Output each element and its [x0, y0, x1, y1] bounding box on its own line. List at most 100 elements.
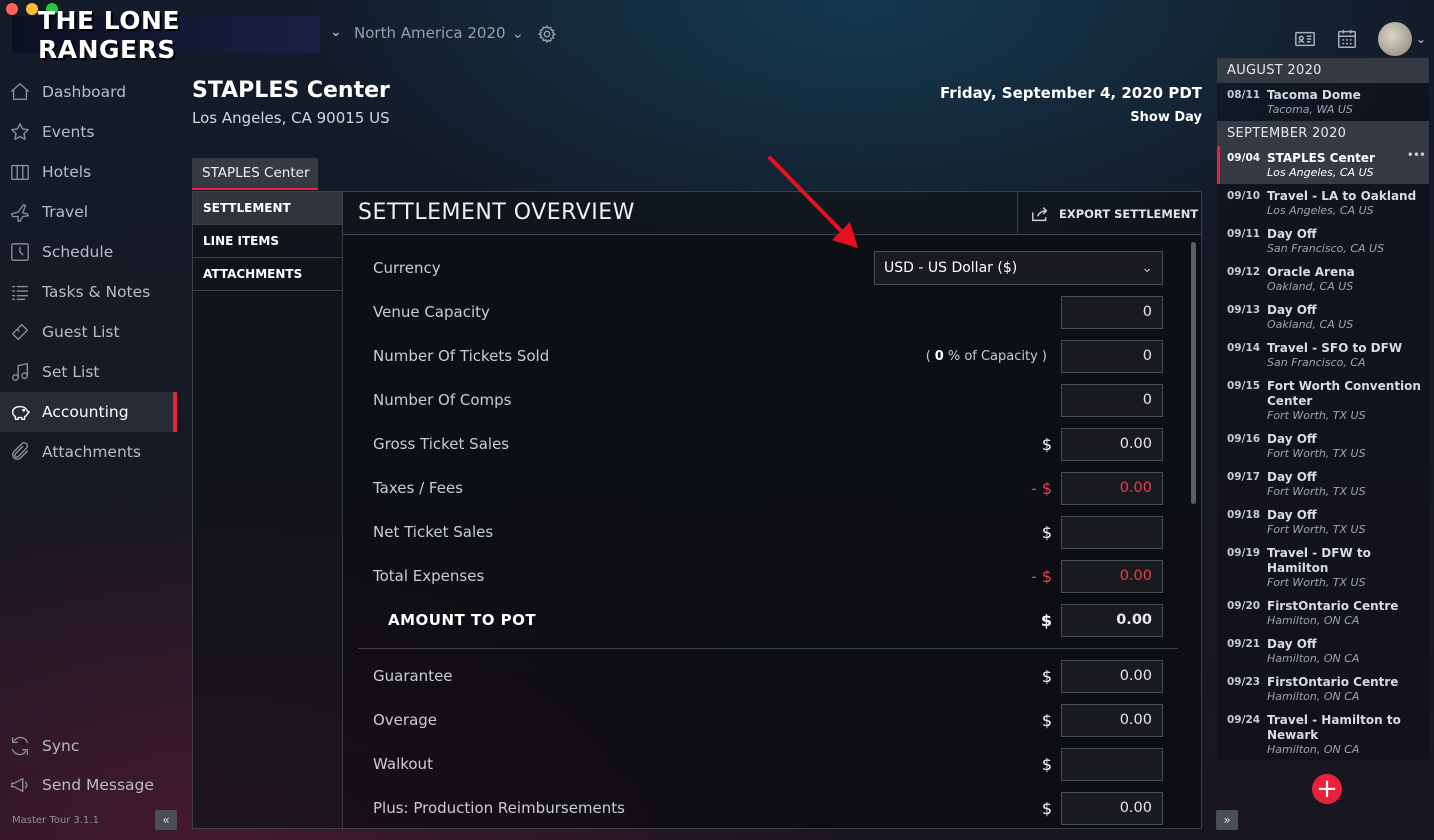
schedule-item[interactable]: 08/11 Tacoma Dome Tacoma, WA US: [1217, 83, 1429, 121]
overage-row: Overage $ 0.00: [373, 703, 1163, 737]
venue-location: Los Angeles, CA 90015 US: [192, 109, 390, 127]
sidebar-item-set-list[interactable]: Set List: [0, 352, 177, 392]
sidebar-item-hotels[interactable]: Hotels: [0, 152, 177, 192]
page-title: STAPLES Center: [192, 78, 390, 103]
schedule-item[interactable]: 09/13 Day Off Oakland, CA US: [1217, 298, 1429, 336]
tour-logo[interactable]: THE LONE RANGERS: [12, 6, 320, 64]
month-header: AUGUST 2020: [1217, 58, 1429, 83]
chevron-down-icon[interactable]: ⌄: [330, 24, 342, 40]
overage-input[interactable]: 0.00: [1061, 703, 1163, 737]
taxes-fees-row: Taxes / Fees - $ 0.00: [373, 471, 1163, 505]
schedule-item[interactable]: 09/12 Oracle Arena Oakland, CA US: [1217, 260, 1429, 298]
comps-input[interactable]: 0: [1061, 383, 1163, 417]
schedule-item[interactable]: 09/16 Day Off Fort Worth, TX US: [1217, 427, 1429, 465]
event-location: San Francisco, CA: [1267, 356, 1366, 369]
sidebar-item-label: Send Message: [42, 775, 154, 794]
currency-select[interactable]: USD - US Dollar ($) ⌄: [874, 251, 1163, 285]
event-date: Friday, September 4, 2020 PDT: [940, 84, 1202, 102]
event-date: 09/19: [1227, 547, 1261, 559]
add-event-button[interactable]: +: [1312, 774, 1342, 804]
event-name: Travel - SFO to DFW: [1267, 341, 1403, 355]
comps-row: Number Of Comps 0: [373, 383, 1163, 417]
guarantee-row: Guarantee $ 0.00: [373, 659, 1163, 693]
sidebar-item-attachments[interactable]: Attachments: [0, 432, 177, 472]
walkout-row: Walkout $: [373, 747, 1163, 781]
schedule-item[interactable]: 09/10 Travel - LA to Oakland Los Angeles, …: [1217, 184, 1429, 222]
collapse-sidebar-button[interactable]: «: [155, 810, 177, 830]
event-date: 09/12: [1227, 266, 1261, 278]
sidebar-bottom: Sync Send Message: [0, 726, 177, 804]
schedule-item[interactable]: 09/23 FirstOntario Centre Hamilton, ON CA: [1217, 670, 1429, 708]
venue-capacity-input[interactable]: 0: [1061, 295, 1163, 329]
sidebar-item-travel[interactable]: Travel: [0, 192, 177, 232]
production-reimbursements-input[interactable]: 0.00: [1061, 791, 1163, 825]
event-date: 09/11: [1227, 228, 1261, 240]
amount-to-pot-value: 0.00: [1061, 603, 1163, 637]
gross-ticket-sales-input[interactable]: 0.00: [1061, 427, 1163, 461]
net-ticket-sales-input[interactable]: [1061, 515, 1163, 549]
gear-icon[interactable]: [537, 24, 557, 44]
sidebar-item-send-message[interactable]: Send Message: [0, 765, 177, 804]
subnav-settlement[interactable]: SETTLEMENT: [193, 192, 342, 225]
day-type: Show Day: [1130, 110, 1202, 125]
contact-card-icon[interactable]: [1294, 28, 1316, 50]
event-name: Day Off: [1267, 432, 1317, 446]
event-location: Hamilton, ON CA: [1267, 690, 1360, 703]
event-date: 08/11: [1227, 89, 1261, 101]
avatar[interactable]: [1377, 22, 1412, 56]
sidebar-item-sync[interactable]: Sync: [0, 726, 177, 765]
tour-selector[interactable]: North America 2020 ⌄: [354, 24, 524, 42]
settlement-content: Currency USD - US Dollar ($) ⌄ Venue Cap…: [343, 236, 1201, 828]
capacity-percent: (0% of Capacity ): [925, 348, 1047, 364]
event-name: Tacoma Dome: [1267, 88, 1361, 102]
guarantee-input[interactable]: 0.00: [1061, 659, 1163, 693]
event-name: Day Off: [1267, 508, 1317, 522]
schedule-item[interactable]: 09/17 Day Off Fort Worth, TX US: [1217, 465, 1429, 503]
tab-venue[interactable]: STAPLES Center: [192, 158, 318, 190]
walkout-input[interactable]: [1061, 747, 1163, 781]
home-icon: [9, 81, 31, 103]
expand-schedule-button[interactable]: »: [1216, 810, 1238, 830]
event-date: 09/24: [1227, 714, 1261, 726]
event-name: Travel - DFW to Hamilton: [1267, 546, 1371, 575]
schedule-item[interactable]: 09/04 STAPLES Center Los Angeles, CA US •••: [1217, 146, 1429, 184]
sync-icon: [9, 735, 31, 757]
more-options-icon[interactable]: •••: [1407, 148, 1426, 162]
schedule-item[interactable]: 09/21 Day Off Hamilton, ON CA: [1217, 632, 1429, 670]
subnav-attachments[interactable]: ATTACHMENTS: [193, 258, 342, 291]
sidebar-item-guest-list[interactable]: Guest List: [0, 312, 177, 352]
sidebar-item-events[interactable]: Events: [0, 112, 177, 152]
event-location: Oakland, CA US: [1267, 280, 1354, 293]
chevron-down-icon: ⌄: [1141, 260, 1153, 276]
event-name: Day Off: [1267, 470, 1317, 484]
event-location: Fort Worth, TX US: [1267, 523, 1366, 536]
event-name: Day Off: [1267, 227, 1317, 241]
sidebar-item-tasks-notes[interactable]: Tasks & Notes: [0, 272, 177, 312]
sidebar-item-accounting[interactable]: Accounting: [0, 392, 177, 432]
minimize-window-button[interactable]: [26, 3, 38, 15]
total-expenses-value: 0.00: [1061, 559, 1163, 593]
section-title: SETTLEMENT OVERVIEW: [358, 200, 635, 225]
schedule-item[interactable]: 09/11 Day Off San Francisco, CA US: [1217, 222, 1429, 260]
event-name: Day Off: [1267, 637, 1317, 651]
close-window-button[interactable]: [6, 3, 18, 15]
schedule-item[interactable]: 09/20 FirstOntario Centre Hamilton, ON CA: [1217, 594, 1429, 632]
scrollbar[interactable]: [1191, 242, 1196, 504]
sidebar-item-schedule[interactable]: Schedule: [0, 232, 177, 272]
schedule-item[interactable]: 09/24 Travel - Hamilton to Newark Hamilton…: [1217, 708, 1429, 760]
venue-capacity-row: Venue Capacity 0: [373, 295, 1163, 329]
app-version: Master Tour 3.1.1: [12, 815, 99, 826]
sidebar-item-label: Accounting: [42, 403, 129, 421]
tickets-sold-input[interactable]: 0: [1061, 339, 1163, 373]
subnav-line-items[interactable]: LINE ITEMS: [193, 225, 342, 258]
schedule-item[interactable]: 09/15 Fort Worth Convention Center Fort Wo…: [1217, 374, 1429, 427]
chevron-down-icon[interactable]: ⌄: [1416, 32, 1426, 46]
event-location: Hamilton, ON CA: [1267, 743, 1360, 756]
schedule-item[interactable]: 09/19 Travel - DFW to Hamilton Fort Worth,…: [1217, 541, 1429, 594]
calendar-icon[interactable]: [1336, 28, 1358, 50]
schedule-item[interactable]: 09/18 Day Off Fort Worth, TX US: [1217, 503, 1429, 541]
export-settlement-button[interactable]: EXPORT SETTLEMENT: [1017, 192, 1201, 235]
sidebar-item-dashboard[interactable]: Dashboard: [0, 72, 177, 112]
schedule-item[interactable]: 09/14 Travel - SFO to DFW San Francisco, C…: [1217, 336, 1429, 374]
event-location: Los Angeles, CA US: [1267, 204, 1374, 217]
